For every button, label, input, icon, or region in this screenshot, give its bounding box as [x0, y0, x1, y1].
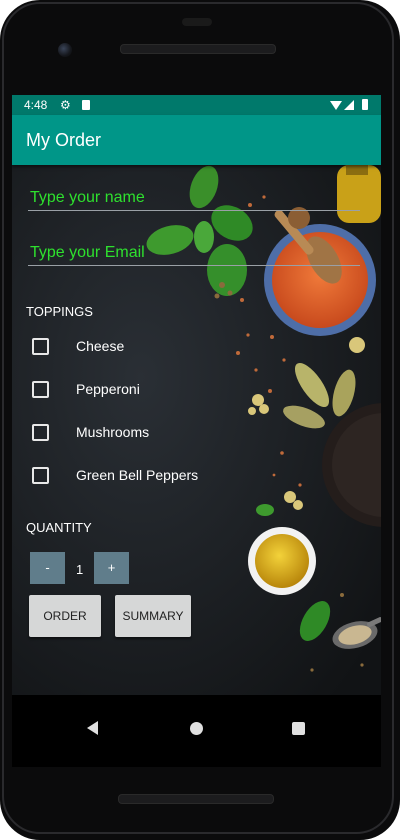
wifi-icon	[330, 101, 342, 110]
signal-icon	[344, 100, 354, 110]
name-field[interactable]	[28, 189, 360, 211]
mushrooms-checkbox[interactable]	[32, 424, 49, 441]
back-icon[interactable]	[87, 721, 98, 735]
email-field[interactable]	[28, 244, 360, 266]
cheese-checkbox[interactable]	[32, 338, 49, 355]
quantity-heading: QUANTITY	[26, 520, 92, 535]
page-title: My Order	[26, 130, 102, 150]
topping-label: Green Bell Peppers	[76, 467, 199, 483]
order-form: TOPPINGS Cheese Pepperoni Mushrooms Gree…	[12, 165, 381, 695]
bottom-speaker	[118, 794, 274, 804]
status-time: 4:48	[24, 98, 48, 112]
status-bar: 4:48 ⚙	[12, 95, 381, 115]
home-icon[interactable]	[190, 722, 203, 735]
pepperoni-checkbox[interactable]	[32, 381, 49, 398]
earpiece-speaker	[120, 44, 276, 54]
device-screen: 4:48 ⚙ My Order Type your name Type your…	[12, 95, 381, 767]
recent-apps-icon[interactable]	[292, 722, 305, 735]
topping-label: Cheese	[76, 338, 125, 354]
topping-label: Mushrooms	[76, 424, 150, 440]
app-bar: My Order	[12, 115, 381, 165]
order-button[interactable]: ORDER	[29, 595, 101, 637]
phone-frame: 4:48 ⚙ My Order Type your name Type your…	[0, 0, 400, 840]
navigation-bar	[12, 695, 381, 767]
toppings-heading: TOPPINGS	[26, 304, 93, 319]
topping-label: Pepperoni	[76, 381, 140, 397]
sd-card-icon	[82, 100, 90, 110]
decrement-button[interactable]: -	[30, 552, 65, 584]
increment-button[interactable]: +	[94, 552, 129, 584]
green-bell-peppers-checkbox[interactable]	[32, 467, 49, 484]
summary-button[interactable]: SUMMARY	[115, 595, 191, 637]
sensor-slot	[182, 18, 212, 26]
battery-icon	[362, 99, 368, 110]
gear-icon: ⚙	[60, 98, 71, 112]
quantity-value: 1	[76, 562, 84, 577]
front-camera	[58, 43, 72, 57]
